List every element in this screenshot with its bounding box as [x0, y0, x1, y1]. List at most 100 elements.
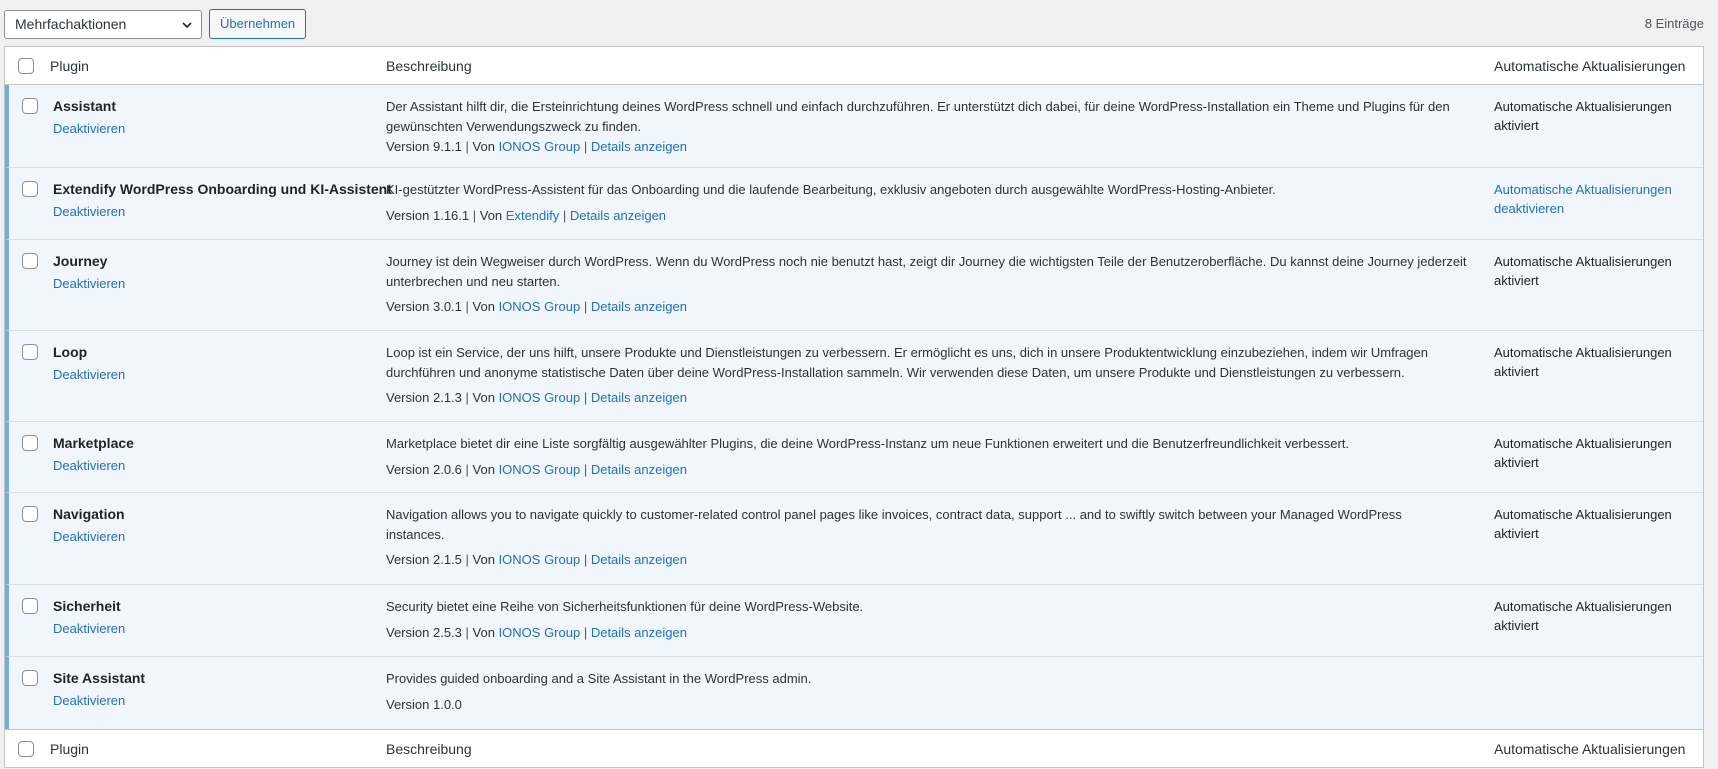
deactivate-link[interactable]: Deaktivieren — [53, 276, 125, 291]
auto-update-line1: Automatische Aktualisierungen — [1494, 99, 1672, 114]
plugin-version: Version 1.16.1 — [386, 208, 470, 223]
select-all-checkbox-footer[interactable] — [18, 741, 34, 757]
bulk-actions-value: Mehrfachaktionen — [15, 16, 127, 32]
table-row: Journey Deaktivieren Journey ist dein We… — [5, 240, 1703, 331]
row-checkbox[interactable] — [22, 344, 38, 360]
row-checkbox[interactable] — [22, 98, 38, 114]
plugin-version: Version 1.0.0 — [386, 697, 462, 712]
plugin-meta: Version 2.5.3 | Von IONOS Group | Detail… — [386, 625, 687, 640]
plugin-by: Von — [472, 390, 495, 405]
details-link[interactable]: Details anzeigen — [591, 625, 687, 640]
tablenav-top: Mehrfachaktionen Übernehmen 8 Einträge — [0, 0, 1718, 48]
bulk-actions-select[interactable]: Mehrfachaktionen — [4, 10, 202, 39]
plugin-meta: Version 1.0.0 — [386, 697, 462, 712]
plugin-description: Marketplace bietet dir eine Liste sorgfä… — [386, 436, 1350, 451]
author-link[interactable]: IONOS Group — [499, 390, 581, 405]
table-row: Site Assistant Deaktivieren Provides gui… — [5, 657, 1703, 729]
auto-update-line2: aktiviert — [1494, 526, 1539, 541]
row-checkbox[interactable] — [22, 598, 38, 614]
column-footer-description[interactable]: Beschreibung — [386, 741, 472, 757]
author-link[interactable]: IONOS Group — [499, 139, 581, 154]
plugin-by: Von — [472, 462, 495, 477]
column-header-plugin[interactable]: Plugin — [50, 58, 89, 74]
auto-update-line1: Automatische Aktualisierungen — [1494, 436, 1672, 451]
table-row: Extendify WordPress Onboarding und KI-As… — [5, 168, 1703, 240]
plugin-name: Loop — [53, 344, 88, 360]
table-row: Assistant Deaktivieren Der Assistant hil… — [5, 85, 1703, 168]
select-all-checkbox[interactable] — [18, 58, 34, 74]
plugin-name: Sicherheit — [53, 598, 121, 614]
auto-update-line2: aktiviert — [1494, 273, 1539, 288]
plugin-name: Extendify WordPress Onboarding und KI-As… — [53, 181, 392, 197]
deactivate-link[interactable]: Deaktivieren — [53, 121, 125, 136]
items-count: 8 Einträge — [1644, 16, 1704, 31]
row-checkbox[interactable] — [22, 670, 38, 686]
details-link[interactable]: Details anzeigen — [591, 139, 687, 154]
deactivate-link[interactable]: Deaktivieren — [53, 458, 125, 473]
deactivate-link[interactable]: Deaktivieren — [53, 621, 125, 636]
details-link[interactable]: Details anzeigen — [591, 462, 687, 477]
plugin-name: Navigation — [53, 506, 125, 522]
plugin-meta: Version 2.1.5 | Von IONOS Group | Detail… — [386, 552, 687, 567]
plugin-meta: Version 9.1.1 | Von IONOS Group | Detail… — [386, 139, 687, 154]
deactivate-link[interactable]: Deaktivieren — [53, 693, 125, 708]
plugin-meta: Version 1.16.1 | Von Extendify | Details… — [386, 208, 667, 223]
row-checkbox[interactable] — [22, 181, 38, 197]
deactivate-link[interactable]: Deaktivieren — [53, 204, 125, 219]
deactivate-link[interactable]: Deaktivieren — [53, 529, 125, 544]
author-link[interactable]: IONOS Group — [499, 552, 581, 567]
plugin-name: Journey — [53, 253, 108, 269]
plugin-name: Marketplace — [53, 435, 134, 451]
table-row: Marketplace Deaktivieren Marketplace bie… — [5, 422, 1703, 493]
auto-update-line2: aktiviert — [1494, 364, 1539, 379]
row-checkbox[interactable] — [22, 506, 38, 522]
plugin-version: Version 3.0.1 — [386, 299, 462, 314]
table-footer: Plugin Beschreibung Automatische Aktuali… — [5, 729, 1703, 767]
plugin-version: Version 2.0.6 — [386, 462, 462, 477]
details-link[interactable]: Details anzeigen — [570, 208, 666, 223]
apply-button[interactable]: Übernehmen — [209, 9, 307, 39]
plugin-description: Journey ist dein Wegweiser durch WordPre… — [386, 254, 1467, 289]
details-link[interactable]: Details anzeigen — [591, 299, 687, 314]
table-row: Loop Deaktivieren Loop ist ein Service, … — [5, 331, 1703, 422]
auto-update-line2: aktiviert — [1494, 118, 1539, 133]
plugins-table: Plugin Beschreibung Automatische Aktuali… — [4, 46, 1704, 768]
auto-update-line1: Automatische Aktualisierungen — [1494, 507, 1672, 522]
plugin-by: Von — [472, 299, 495, 314]
auto-update-status: Automatische Aktualisierungen aktiviert — [1494, 97, 1694, 135]
author-link[interactable]: Extendify — [506, 208, 559, 223]
row-checkbox[interactable] — [22, 253, 38, 269]
column-footer-plugin[interactable]: Plugin — [50, 741, 89, 757]
details-link[interactable]: Details anzeigen — [591, 552, 687, 567]
auto-update-status: Automatische Aktualisierungen aktiviert — [1494, 252, 1694, 290]
table-header: Plugin Beschreibung Automatische Aktuali… — [5, 47, 1703, 85]
auto-update-line2: aktiviert — [1494, 618, 1539, 633]
auto-update-line1: Automatische Aktualisierungen — [1494, 345, 1672, 360]
author-link[interactable]: IONOS Group — [499, 462, 581, 477]
plugin-by: Von — [472, 139, 495, 154]
plugin-meta: Version 2.1.3 | Von IONOS Group | Detail… — [386, 390, 687, 405]
plugin-version: Version 9.1.1 — [386, 139, 462, 154]
plugin-version: Version 2.5.3 — [386, 625, 462, 640]
author-link[interactable]: IONOS Group — [499, 625, 581, 640]
plugin-version: Version 2.1.3 — [386, 390, 462, 405]
auto-update-line2: deaktivieren — [1494, 201, 1565, 216]
details-link[interactable]: Details anzeigen — [591, 390, 687, 405]
plugin-version: Version 2.1.5 — [386, 552, 462, 567]
disable-auto-updates-link[interactable]: Automatische Aktualisierungen deaktivier… — [1494, 180, 1694, 218]
row-checkbox[interactable] — [22, 435, 38, 451]
deactivate-link[interactable]: Deaktivieren — [53, 367, 125, 382]
auto-update-line2: aktiviert — [1494, 455, 1539, 470]
author-link[interactable]: IONOS Group — [499, 299, 581, 314]
chevron-down-icon — [182, 22, 192, 29]
plugin-meta: Version 2.0.6 | Von IONOS Group | Detail… — [386, 462, 687, 477]
column-header-description[interactable]: Beschreibung — [386, 58, 472, 74]
plugin-by: Von — [472, 625, 495, 640]
table-row: Navigation Deaktivieren Navigation allow… — [5, 493, 1703, 585]
auto-update-status: Automatische Aktualisierungen aktiviert — [1494, 434, 1694, 472]
plugin-description: Loop ist ein Service, der uns hilft, uns… — [386, 345, 1428, 380]
column-footer-auto-updates[interactable]: Automatische Aktualisierungen — [1494, 741, 1685, 757]
column-header-auto-updates[interactable]: Automatische Aktualisierungen — [1494, 58, 1685, 74]
plugin-meta: Version 3.0.1 | Von IONOS Group | Detail… — [386, 299, 687, 314]
auto-update-status: Automatische Aktualisierungen aktiviert — [1494, 597, 1694, 635]
